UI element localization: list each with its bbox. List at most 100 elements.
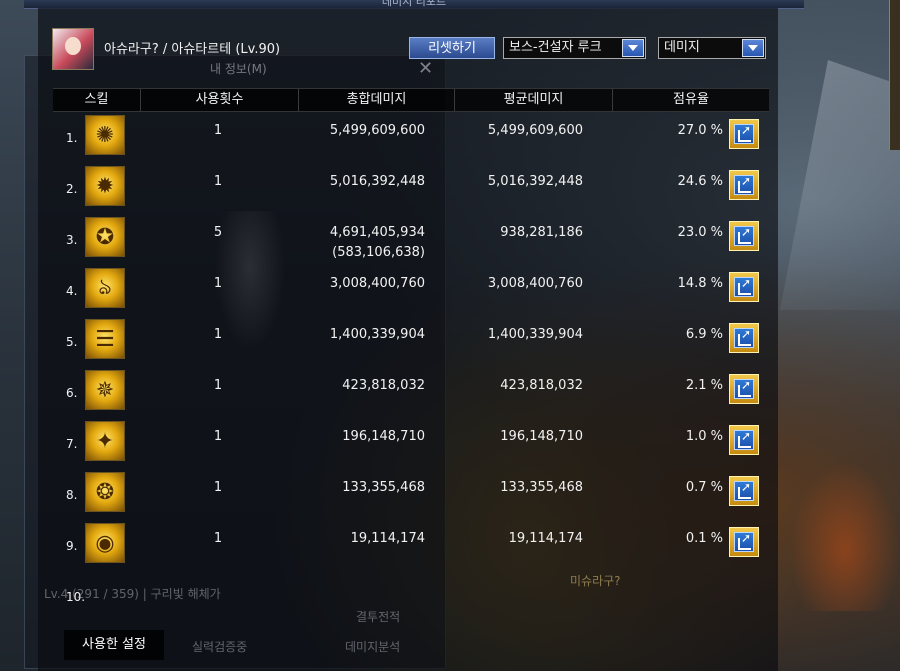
row-total: 196,148,710 <box>342 429 425 444</box>
row-avg: 5,016,392,448 <box>487 174 583 189</box>
row-rank: 3. <box>66 233 78 247</box>
row-uses: 1 <box>213 429 223 444</box>
row-share: 14.8 % <box>677 276 723 291</box>
skill-icon[interactable]: ✦ <box>85 421 125 461</box>
chevron-down-icon[interactable] <box>622 39 644 57</box>
share-icon <box>734 429 754 450</box>
row-total: 133,355,468 <box>342 480 425 495</box>
share-icon <box>734 225 754 246</box>
table-row: 3. ✪ 5 4,691,405,934 (583,106,638) 938,2… <box>53 217 769 268</box>
row-total: 5,499,609,600 <box>329 123 425 138</box>
row-share: 23.0 % <box>677 225 723 240</box>
row-total: 1,400,339,904 <box>329 327 425 342</box>
row-total-sub: (583,106,638) <box>332 245 425 260</box>
table-header: 스킬 사용횟수 총합데미지 평균데미지 점유율 <box>53 88 769 112</box>
skill-icon[interactable]: ঌ <box>85 268 125 308</box>
table-row: 6. ✵ 1 423,818,032 423,818,032 2.1 % <box>53 370 769 421</box>
skill-icon[interactable]: ◉ <box>85 523 125 563</box>
skill-icon[interactable]: ❂ <box>85 472 125 512</box>
share-icon <box>734 327 754 348</box>
row-uses: 1 <box>213 531 223 546</box>
character-avatar <box>52 28 94 70</box>
row-share: 2.1 % <box>685 378 723 393</box>
background-player-label: 미슈라구? <box>570 574 621 588</box>
share-icon <box>734 174 754 195</box>
row-rank: 8. <box>66 488 78 502</box>
row-avg: 3,008,400,760 <box>487 276 583 291</box>
share-button[interactable] <box>729 272 759 302</box>
row-avg: 133,355,468 <box>500 480 583 495</box>
target-select-value: 보스-건설자 루크 <box>509 40 602 55</box>
row-share: 27.0 % <box>677 123 723 138</box>
row-uses: 1 <box>213 480 223 495</box>
share-button[interactable] <box>729 170 759 200</box>
row-avg: 196,148,710 <box>500 429 583 444</box>
row-uses: 1 <box>213 378 223 393</box>
type-select[interactable]: 데미지 <box>658 37 766 59</box>
background-damage-analysis-button: 데미지분석 <box>345 640 401 654</box>
share-button[interactable] <box>729 323 759 353</box>
row-share: 1.0 % <box>685 429 723 444</box>
col-total[interactable]: 총합데미지 <box>299 89 455 111</box>
background-lava <box>790 461 900 611</box>
used-settings-tab[interactable]: 사용한 설정 <box>64 630 164 660</box>
background-window-title: 내 정보(M) <box>210 62 267 76</box>
close-icon[interactable]: ✕ <box>418 58 433 79</box>
row-total: 4,691,405,934 <box>329 225 425 240</box>
table-row: 2. ✹ 1 5,016,392,448 5,016,392,448 24.6 … <box>53 166 769 217</box>
row-avg: 1,400,339,904 <box>487 327 583 342</box>
share-button[interactable] <box>729 221 759 251</box>
row-total: 19,114,174 <box>350 531 425 546</box>
share-button[interactable] <box>729 476 759 506</box>
row-share: 24.6 % <box>677 174 723 189</box>
skill-icon[interactable]: ✪ <box>85 217 125 257</box>
row-total: 3,008,400,760 <box>329 276 425 291</box>
background-status-text: 실력검증중 <box>192 640 248 654</box>
col-uses[interactable]: 사용횟수 <box>141 89 299 111</box>
target-select[interactable]: 보스-건설자 루크 <box>503 37 646 59</box>
row-rank: 1. <box>66 131 78 145</box>
share-button[interactable] <box>729 119 759 149</box>
row-avg: 938,281,186 <box>500 225 583 240</box>
row-uses: 1 <box>213 174 223 189</box>
share-icon <box>734 531 754 552</box>
skill-icon[interactable]: ☰ <box>85 319 125 359</box>
table-row: 9. ◉ 1 19,114,174 19,114,174 0.1 % <box>53 523 769 574</box>
share-button[interactable] <box>729 425 759 455</box>
share-icon <box>734 378 754 399</box>
share-icon <box>734 480 754 501</box>
share-button[interactable] <box>729 374 759 404</box>
row-uses: 1 <box>213 123 223 138</box>
row-uses: 5 <box>213 225 223 240</box>
character-name: 아슈라구? / 아슈타르테 (Lv.90) <box>104 42 281 57</box>
skill-icon[interactable]: ✵ <box>85 370 125 410</box>
row-share: 0.7 % <box>685 480 723 495</box>
col-avg[interactable]: 평균데미지 <box>455 89 613 111</box>
skill-icon[interactable]: ✺ <box>85 115 125 155</box>
table-row: 1. ✺ 1 5,499,609,600 5,499,609,600 27.0 … <box>53 115 769 166</box>
reset-button[interactable]: 리셋하기 <box>409 37 495 59</box>
row-total: 423,818,032 <box>342 378 425 393</box>
row-avg: 5,499,609,600 <box>487 123 583 138</box>
skill-icon[interactable]: ✹ <box>85 166 125 206</box>
type-select-value: 데미지 <box>664 40 700 55</box>
table-row: 8. ❂ 1 133,355,468 133,355,468 0.7 % <box>53 472 769 523</box>
right-sidebar-edge <box>889 0 900 150</box>
row-share: 6.9 % <box>685 327 723 342</box>
share-icon <box>734 276 754 297</box>
share-icon <box>734 123 754 144</box>
chevron-down-icon[interactable] <box>742 39 764 57</box>
row-uses: 1 <box>213 276 223 291</box>
row-uses: 1 <box>213 327 223 342</box>
row-share: 0.1 % <box>685 531 723 546</box>
row-rank: 6. <box>66 386 78 400</box>
table-row: 7. ✦ 1 196,148,710 196,148,710 1.0 % <box>53 421 769 472</box>
col-skill[interactable]: 스킬 <box>53 89 141 111</box>
row-rank: 5. <box>66 335 78 349</box>
row-rank: 9. <box>66 539 78 553</box>
background-duel-record-button: 결투전적 <box>356 610 401 624</box>
col-share[interactable]: 점유율 <box>613 89 769 111</box>
share-button[interactable] <box>729 527 759 557</box>
row-total: 5,016,392,448 <box>329 174 425 189</box>
background-level-line: Lv.4 (291 / 359) | 구리빛 해체가 <box>44 587 221 601</box>
